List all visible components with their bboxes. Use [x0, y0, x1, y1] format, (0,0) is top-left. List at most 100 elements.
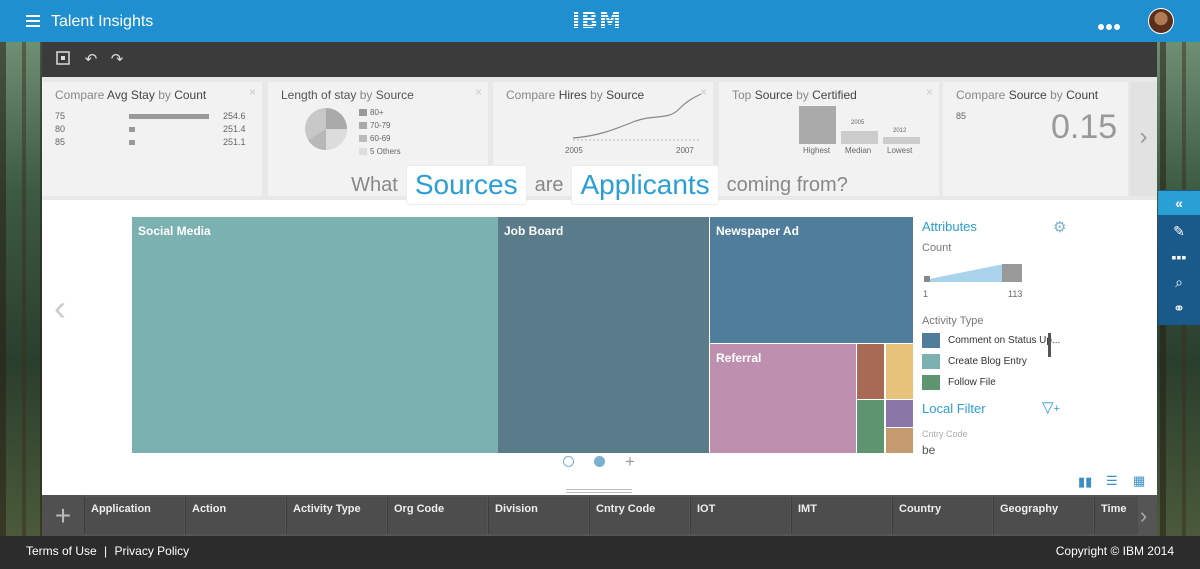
x-axis-start: 2005	[565, 146, 583, 155]
treemap-tile-label: Newspaper Ad	[716, 224, 799, 238]
filter-field-value[interactable]: be	[922, 443, 935, 457]
treemap-tile[interactable]	[886, 428, 913, 453]
add-page-icon[interactable]: +	[625, 452, 635, 472]
applicants-chip[interactable]: Applicants	[571, 165, 719, 205]
column-header-label: Org Code	[394, 503, 445, 515]
local-filter-title: Local Filter	[922, 401, 986, 416]
bar-chart-view-icon[interactable]: ▮▮	[1078, 474, 1092, 490]
column-header[interactable]: Activity Type	[286, 497, 386, 534]
legend-label: 70-79	[370, 121, 391, 130]
close-icon[interactable]: ×	[475, 85, 482, 99]
comments-icon[interactable]: ▪▪▪	[1158, 245, 1200, 269]
undo-icon[interactable]: ↶	[82, 51, 100, 69]
bar-label: Highest	[803, 146, 831, 155]
card-title: Length of stay by Source	[281, 88, 414, 102]
share-icon[interactable]: ⚭	[1158, 296, 1200, 320]
close-icon[interactable]: ×	[249, 85, 256, 99]
legend-swatch	[922, 333, 940, 348]
legend-swatch	[359, 135, 367, 142]
previous-arrow[interactable]: ‹	[54, 287, 66, 329]
grid-view-icon[interactable]: ▦	[1133, 473, 1145, 489]
top-bar: Talent Insights IBM	[0, 0, 1200, 42]
treemap-tile-label: Job Board	[504, 224, 564, 238]
legend-label: 80+	[370, 108, 384, 117]
legend-swatch	[922, 354, 940, 369]
privacy-link[interactable]: Privacy Policy	[115, 544, 190, 558]
column-header[interactable]: IMT	[791, 497, 891, 534]
copyright: Copyright © IBM 2014	[1055, 544, 1174, 558]
legend-swatch	[359, 109, 367, 116]
right-rail: « ✎ ▪▪▪ ⌕ ⚭	[1158, 190, 1200, 325]
treemap-tile[interactable]	[857, 400, 884, 453]
close-icon[interactable]: ×	[926, 85, 933, 99]
add-filter-icon[interactable]: ▽+	[1042, 398, 1060, 416]
scrollbar[interactable]	[1048, 333, 1051, 357]
bar-lowest	[883, 137, 920, 144]
treemap-tile[interactable]	[886, 344, 913, 399]
sources-chip[interactable]: Sources	[405, 165, 527, 205]
column-header[interactable]: Action	[185, 497, 285, 534]
column-header-label: Action	[192, 503, 227, 515]
page-dot-active[interactable]	[594, 456, 605, 467]
treemap-tile[interactable]: Newspaper Ad	[710, 217, 913, 343]
search-icon[interactable]: ⌕	[1158, 270, 1200, 294]
columns-next-arrow[interactable]: ›	[1130, 495, 1157, 536]
collapse-icon[interactable]: «	[1158, 191, 1200, 215]
page-dot[interactable]	[563, 456, 574, 467]
row-value: 251.4	[223, 124, 246, 134]
filter-field-label: Cntry Code	[922, 429, 968, 439]
edit-icon[interactable]: ✎	[1158, 219, 1200, 243]
column-header-label: IMT	[798, 503, 817, 515]
save-icon[interactable]	[54, 51, 72, 69]
bar-value: 2012	[893, 128, 907, 134]
toolbar: ↶ ↷	[42, 42, 1157, 77]
add-column-icon[interactable]: +	[42, 495, 84, 536]
user-avatar[interactable]	[1148, 8, 1174, 34]
count-min: 1	[923, 289, 929, 299]
row-label: 85	[55, 137, 66, 147]
resize-handle[interactable]	[566, 489, 632, 493]
column-header[interactable]: Application	[84, 497, 184, 534]
settings-gear-icon[interactable]: ⚙	[1053, 218, 1066, 236]
row-value: 254.6	[223, 111, 246, 121]
column-header[interactable]: Division	[488, 497, 588, 534]
column-header-label: Application	[91, 503, 151, 515]
app-title: Talent Insights	[51, 13, 154, 30]
column-header[interactable]: Org Code	[387, 497, 487, 534]
column-header-label: Activity Type	[293, 503, 361, 515]
pie-chart	[305, 108, 347, 151]
column-header-label: IOT	[697, 503, 716, 515]
treemap-tile[interactable]: Social Media	[132, 217, 498, 453]
count-label: Count	[922, 242, 952, 254]
bar	[129, 127, 135, 132]
question-bar: What Sources are Applicants coming from?	[42, 165, 1157, 205]
treemap-tile[interactable]: Job Board	[498, 217, 709, 453]
row-label: 75	[55, 111, 66, 121]
row-value: 251.1	[223, 137, 246, 147]
workspace: ↶ ↷ Compare Avg Stay by Count × 75 80 85…	[42, 42, 1157, 536]
question-word: coming from?	[726, 173, 848, 196]
line-chart	[573, 93, 702, 141]
column-header-label: Time	[1101, 503, 1127, 515]
more-options-icon[interactable]	[1098, 17, 1122, 30]
bar-highest	[799, 106, 836, 144]
column-header-label: Cntry Code	[596, 503, 656, 515]
treemap-tile[interactable]	[886, 400, 913, 427]
terms-link[interactable]: Terms of Use	[26, 544, 97, 558]
bar-value: 2005	[851, 120, 865, 126]
card-title: Compare Avg Stay by Count	[55, 88, 207, 102]
column-header[interactable]: Country	[892, 497, 992, 534]
treemap-tile[interactable]: Referral	[710, 344, 856, 453]
count-range-slider[interactable]	[924, 262, 1024, 284]
treemap-tile[interactable]	[857, 344, 884, 399]
list-view-icon[interactable]: ☰	[1106, 473, 1118, 489]
legend-label: Create Blog Entry	[948, 356, 1027, 367]
column-header[interactable]: Cntry Code	[589, 497, 689, 534]
redo-icon[interactable]: ↷	[108, 51, 126, 69]
legend-swatch	[359, 148, 367, 155]
row-label: 80	[55, 124, 66, 134]
activity-type-label: Activity Type	[922, 315, 984, 327]
column-header[interactable]: IOT	[690, 497, 790, 534]
column-header[interactable]: Geography	[993, 497, 1093, 534]
menu-icon[interactable]	[26, 15, 40, 27]
